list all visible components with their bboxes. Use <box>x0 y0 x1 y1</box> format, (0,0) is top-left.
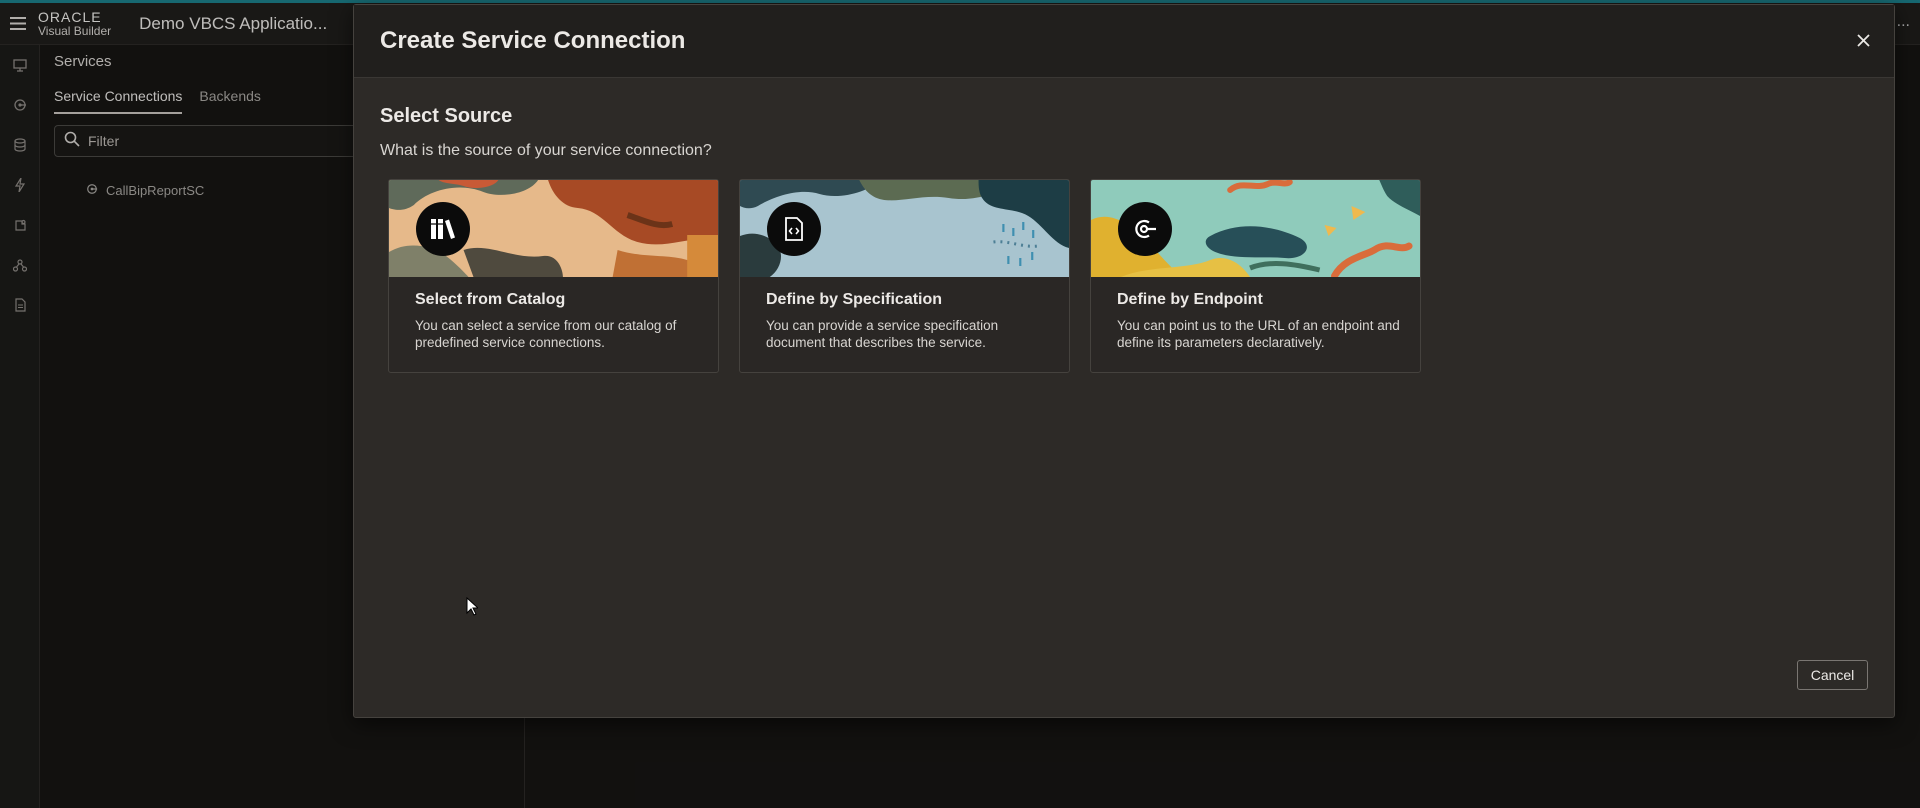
card-description: You can point us to the URL of an endpoi… <box>1117 318 1400 350</box>
mouse-cursor-icon <box>466 596 480 621</box>
card-description: You can provide a service specification … <box>766 318 999 350</box>
close-icon[interactable] <box>1852 29 1874 51</box>
card-title: Define by Specification <box>766 291 943 308</box>
endpoint-icon <box>1118 202 1172 256</box>
section-subtitle: What is the source of your service conne… <box>380 142 712 159</box>
specification-document-icon <box>767 202 821 256</box>
select-from-catalog-card[interactable]: Select from Catalog You can select a ser… <box>388 179 719 373</box>
dialog-title: Create Service Connection <box>380 27 686 54</box>
define-by-endpoint-card[interactable]: Define by Endpoint You can point us to t… <box>1090 179 1421 373</box>
card-description: You can select a service from our catalo… <box>415 318 677 350</box>
create-service-connection-dialog: Create Service Connection Select Source … <box>353 4 1895 718</box>
card-title: Define by Endpoint <box>1117 291 1263 308</box>
section-title: Select Source <box>380 105 513 127</box>
card-title: Select from Catalog <box>415 291 566 308</box>
define-by-specification-card[interactable]: Define by Specification You can provide … <box>739 179 1070 373</box>
catalog-icon <box>416 202 470 256</box>
cancel-button[interactable]: Cancel <box>1797 660 1868 690</box>
dialog-header: Create Service Connection <box>354 5 1894 78</box>
